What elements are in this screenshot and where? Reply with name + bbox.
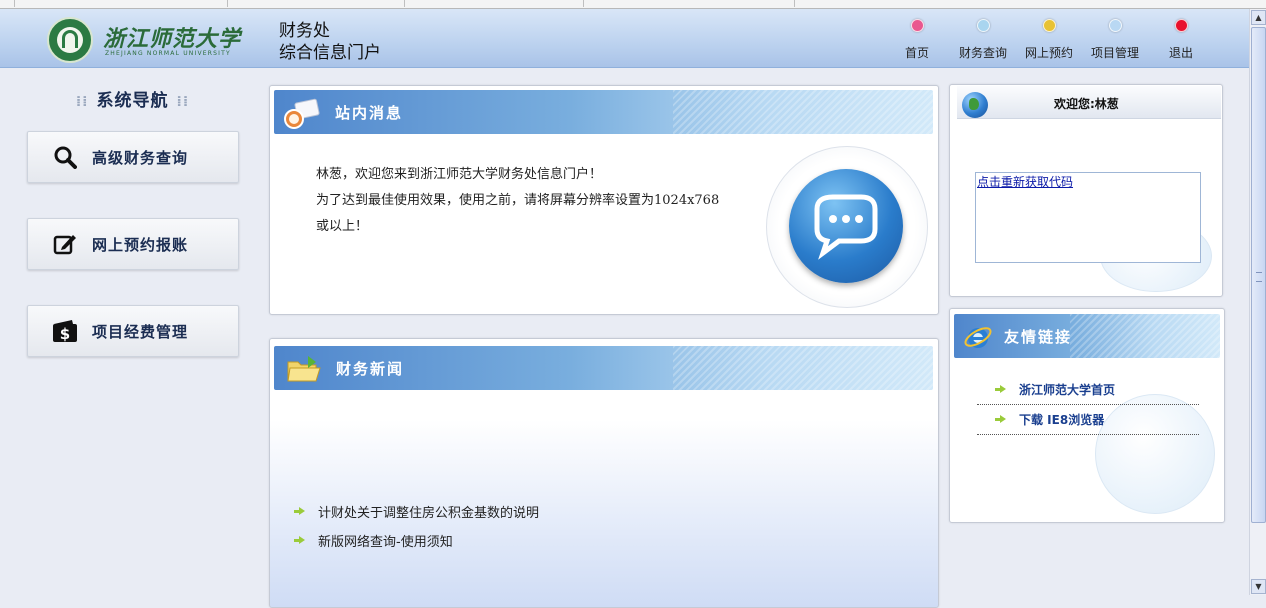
scroll-down-arrow-icon[interactable]: ▼ xyxy=(1251,579,1266,594)
links-title: 友情链接 xyxy=(1004,328,1073,346)
green-arrow-icon xyxy=(995,385,1007,394)
logo-emblem-icon xyxy=(47,17,93,63)
code-frame: 点击重新获取代码 xyxy=(975,172,1201,263)
message-line: 林葱，欢迎您来到浙江师范大学财务处信息门户！ xyxy=(316,167,603,182)
nav-home[interactable]: 首页 xyxy=(887,19,947,61)
links-header: 友情链接 xyxy=(954,314,1220,358)
globe-icon xyxy=(962,92,988,118)
nav-home-label: 首页 xyxy=(904,46,929,60)
news-item[interactable]: 计财处关于调整住房公积金基数的说明 xyxy=(294,502,539,521)
site-header: 浙江师范大学 ZHEJIANG NORMAL UNIVERSITY 财务处 综合… xyxy=(0,9,1249,68)
nav-project-management[interactable]: 项目管理 xyxy=(1085,19,1145,61)
sidebar-item-online-reimbursement[interactable]: 网上预约报账 xyxy=(27,218,239,270)
vertical-scrollbar[interactable]: ▲ ▼ xyxy=(1249,9,1266,595)
edit-icon xyxy=(52,231,78,257)
site-title: 财务处 综合信息门户 xyxy=(279,20,381,64)
logout-dot-icon xyxy=(1174,19,1188,32)
scrollbar-thumb[interactable] xyxy=(1251,27,1266,523)
link-label[interactable]: 下载 IE8浏览器 xyxy=(1019,411,1104,428)
search-icon xyxy=(52,144,78,170)
sidebar-item-label: 项目经费管理 xyxy=(92,322,189,341)
nav-finance-query-label: 财务查询 xyxy=(958,46,1007,60)
link-label[interactable]: 浙江师范大学首页 xyxy=(1019,381,1115,398)
sidebar-title: ⁞⁞ 系统导航 ⁞⁞ xyxy=(60,86,205,111)
message-line: 为了达到最佳使用效果，使用之前，请将屏幕分辨率设置为1024x768 xyxy=(316,193,720,208)
sidebar-item-label: 高级财务查询 xyxy=(92,148,189,167)
tab-segment xyxy=(405,0,584,7)
svg-text:$: $ xyxy=(60,325,70,343)
folder-icon xyxy=(286,354,322,384)
news-item[interactable]: 新版网络查询-使用须知 xyxy=(294,531,453,550)
university-logo[interactable]: 浙江师范大学 ZHEJIANG NORMAL UNIVERSITY xyxy=(47,17,243,63)
sidebar-item-advanced-query[interactable]: 高级财务查询 xyxy=(27,131,239,183)
online-booking-dot-icon xyxy=(1042,19,1056,32)
home-dot-icon xyxy=(910,19,924,32)
refresh-code-link[interactable]: 点击重新获取代码 xyxy=(977,173,1073,190)
scroll-up-arrow-icon[interactable]: ▲ xyxy=(1251,10,1266,25)
nav-online-booking-label: 网上预约 xyxy=(1024,46,1073,60)
message-line: 或以上！ xyxy=(316,219,369,234)
news-item-label[interactable]: 新版网络查询-使用须知 xyxy=(318,531,453,550)
green-arrow-icon xyxy=(995,415,1007,424)
link-zjnu-home[interactable]: 浙江师范大学首页 xyxy=(977,375,1199,405)
welcome-message: 林葱，欢迎您来到浙江师范大学财务处信息门户！ 为了达到最佳使用效果，使用之前，请… xyxy=(316,162,756,240)
ie-browser-icon xyxy=(964,323,992,351)
site-title-line1: 财务处 xyxy=(279,21,330,41)
nav-logout-label: 退出 xyxy=(1168,46,1193,60)
tab-segment xyxy=(764,0,795,7)
news-header: 财务新闻 xyxy=(274,346,933,390)
wallet-icon: $ xyxy=(52,318,78,344)
project-management-dot-icon xyxy=(1108,19,1122,32)
link-download-ie8[interactable]: 下载 IE8浏览器 xyxy=(977,405,1199,435)
nav-finance-query[interactable]: 财务查询 xyxy=(953,19,1013,61)
green-arrow-icon xyxy=(294,507,306,516)
messages-header: 站内消息 xyxy=(274,90,933,134)
chat-bubble-icon xyxy=(789,169,903,283)
envelope-clock-icon xyxy=(282,97,322,129)
tab-segment xyxy=(0,0,15,7)
browser-tab-strip xyxy=(0,0,1266,9)
tab-segment xyxy=(228,0,405,7)
finance-query-dot-icon xyxy=(976,19,990,32)
green-arrow-icon xyxy=(294,536,306,545)
site-title-line2: 综合信息门户 xyxy=(279,43,381,63)
sidebar-item-project-funding[interactable]: $ 项目经费管理 xyxy=(27,305,239,357)
nav-project-management-label: 项目管理 xyxy=(1090,46,1139,60)
grip-dots-icon: ⁞⁞ xyxy=(75,94,89,110)
tab-segment xyxy=(15,0,228,7)
welcome-user-text: 欢迎您:林葱 xyxy=(1054,97,1119,111)
messages-title: 站内消息 xyxy=(335,104,404,122)
nav-online-booking[interactable]: 网上预约 xyxy=(1019,19,1079,61)
nav-logout[interactable]: 退出 xyxy=(1151,19,1211,61)
sidebar-title-label: 系统导航 xyxy=(96,91,169,111)
logo-chinese-name: 浙江师范大学 xyxy=(103,26,242,52)
news-item-label[interactable]: 计财处关于调整住房公积金基数的说明 xyxy=(318,502,539,521)
sidebar-item-label: 网上预约报账 xyxy=(92,235,189,254)
logo-english-name: ZHEJIANG NORMAL UNIVERSITY xyxy=(105,50,231,57)
grip-dots-icon: ⁞⁞ xyxy=(176,94,190,110)
news-title: 财务新闻 xyxy=(336,360,405,378)
